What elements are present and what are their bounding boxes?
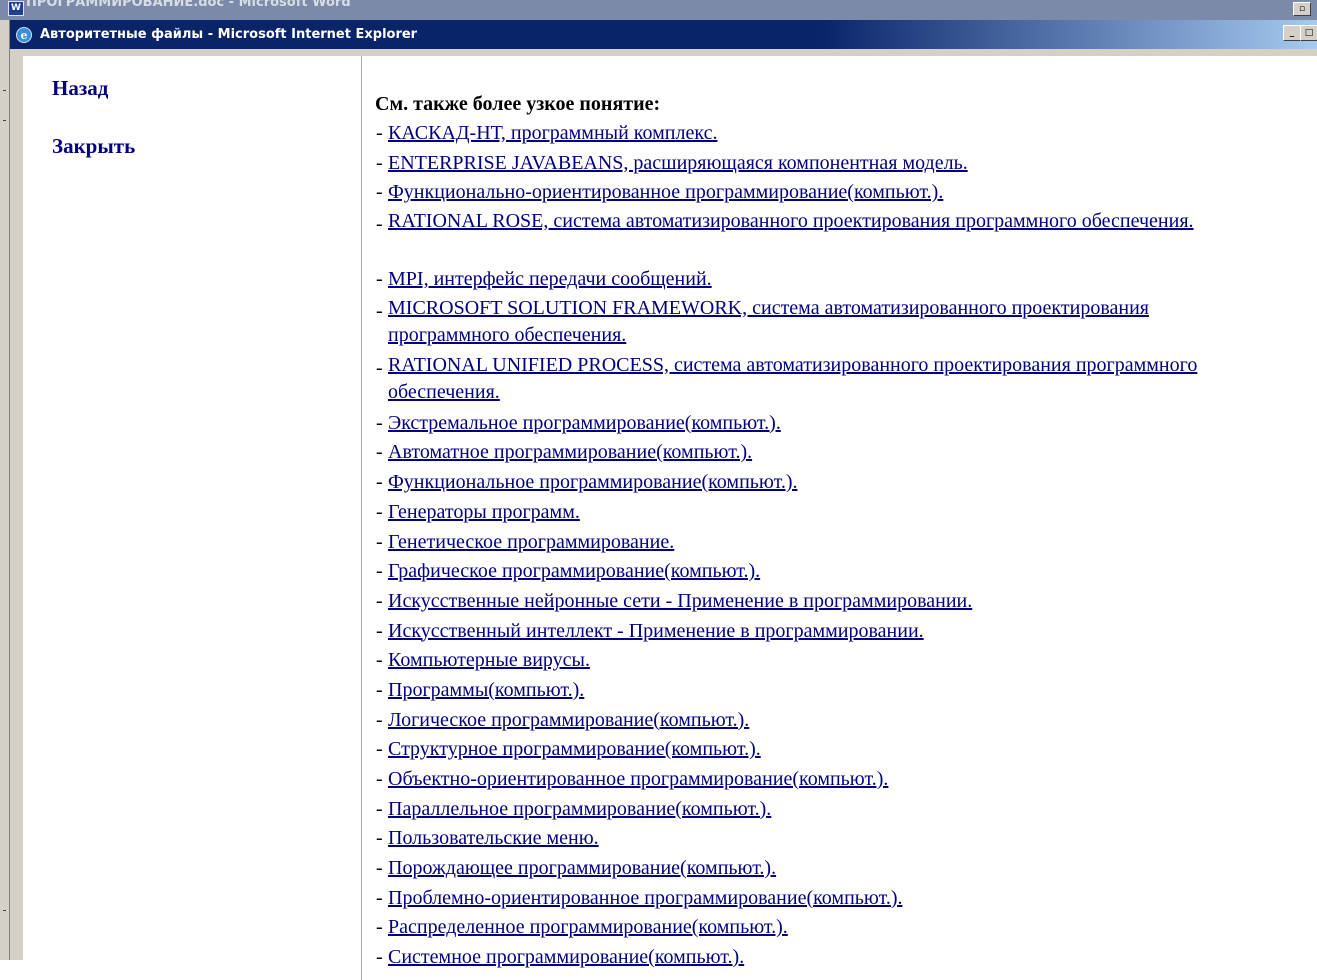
list-item: - Программы(компьют.). [376,676,1306,706]
list-item: - MPI, интерфейс передачи сообщений. [376,265,1306,295]
ie-window: e Авторитетные файлы - Microsoft Interne… [10,20,1317,980]
list-item: - RATIONAL ROSE, система автоматизированн… [376,208,1306,265]
term-link[interactable]: Структурное программирование(компьют.). [388,735,1268,765]
term-link[interactable]: Экстремальное программирование(компьют.)… [388,409,1268,439]
term-link[interactable]: RATIONAL ROSE, система автоматизированно… [388,208,1268,265]
maximize-button[interactable]: □ [1300,25,1317,41]
term-link[interactable]: Искусственный интеллект - Применение в п… [388,617,1268,647]
list-item: - Объектно-ориентированное программирован… [376,765,1306,795]
list-item: - Проблемно-ориентированное программирова… [376,884,1306,914]
term-link[interactable]: Искусственные нейронные сети - Применени… [388,587,1268,617]
list-item: - Пользовательские меню. [376,824,1306,854]
bullet-dash: - [376,768,383,790]
term-link[interactable]: RATIONAL UNIFIED PROCESS, система автома… [388,352,1268,409]
term-link[interactable]: Объектно-ориентированное программировани… [388,765,1268,795]
term-link[interactable]: Системное программирование(компьют.). [388,943,1268,973]
bullet-dash: - [376,471,383,494]
list-item: - Искусственные нейронные сети - Применен… [376,587,1306,617]
list-item: - Функциональное программирование(компьют… [376,468,1306,498]
term-link[interactable]: Порождающее программирование(компьют.). [388,854,1268,884]
back-link[interactable]: Назад [52,76,108,101]
bullet-dash: - [376,708,383,731]
term-link[interactable]: Генераторы программ. [388,498,1268,528]
list-item: - MICROSOFT SOLUTION FRAMEWORK, система а… [376,295,1306,352]
list-item: - Распределенное программирование(компьют… [376,913,1306,943]
close-link[interactable]: Закрыть [52,134,135,159]
list-item: - Автоматное программирование(компьют.). [376,438,1306,468]
list-item: - Компьютерные вирусы. [376,646,1306,676]
bullet-dash: - [376,589,383,612]
term-link[interactable]: Автоматное программирование(компьют.). [388,438,1268,468]
term-link[interactable]: Функциональное программирование(компьют.… [388,468,1268,498]
term-link[interactable]: Пользовательские меню. [388,824,1268,854]
bullet-dash: - [376,441,383,464]
bullet-dash: - [376,857,383,880]
list-item: - RATIONAL UNIFIED PROCESS, система автом… [376,352,1306,409]
word-titlebar: W ПРОГРАММИРОВАНИЕ.doc - Microsoft Word … [0,0,1317,20]
bullet-dash: - [376,299,383,322]
list-item: - Графическое программирование(компьют.). [376,557,1306,587]
word-app-icon: W [8,1,24,16]
word-window-title: ПРОГРАММИРОВАНИЕ.doc - Microsoft Word [26,0,351,10]
term-link[interactable]: MPI, интерфейс передачи сообщений. [388,265,1268,295]
bullet-dash: - [376,827,383,850]
list-item: - Порождающее программирование(компьют.). [376,854,1306,884]
ruler-tick [3,90,6,91]
see-also-heading: См. также более узкое понятие: [375,93,661,115]
list-item: - Генераторы программ. [376,498,1306,528]
bullet-dash: - [376,560,383,583]
word-restore-button[interactable]: ▫ [1293,2,1311,16]
term-link[interactable]: MICROSOFT SOLUTION FRAMEWORK, система ав… [388,295,1268,352]
term-link[interactable]: Программы(компьют.). [388,676,1268,706]
content-frame: См. также более узкое понятие: - КАСКАД-Н… [362,56,1317,980]
list-item: - Параллельное программирование(компьют.)… [376,795,1306,825]
bullet-dash: - [376,530,383,553]
word-document-edge [0,20,10,960]
list-item: - Логическое программирование(компьют.). [376,706,1306,736]
bullet-dash: - [376,916,383,939]
list-item: - КАСКАД-НТ, программный комплекс. [376,119,1306,149]
term-link[interactable]: Проблемно-ориентированное программирован… [388,884,1268,914]
minimize-button[interactable]: _ [1283,25,1301,41]
list-item: - Структурное программирование(компьют.). [376,735,1306,765]
term-link[interactable]: Параллельное программирование(компьют.). [388,795,1268,825]
bullet-dash: - [376,738,383,761]
bullet-dash: - [376,500,383,523]
list-item: - Функционально-ориентированное программи… [376,178,1306,208]
term-link[interactable]: КАСКАД-НТ, программный комплекс. [388,119,1268,149]
list-item: - Генетическое программирование. [376,528,1306,558]
term-link[interactable]: Графическое программирование(компьют.). [388,557,1268,587]
term-link[interactable]: Генетическое программирование. [388,528,1268,558]
bullet-dash: - [376,619,383,642]
list-item: - ENTERPRISE JAVABEANS, расширяющаяся ком… [376,149,1306,179]
bullet-dash: - [376,649,383,672]
term-link[interactable]: Распределенное программирование(компьют.… [388,913,1268,943]
bullet-dash: - [376,678,383,701]
bullet-dash: - [376,411,383,434]
term-link[interactable]: Функционально-ориентированное программир… [388,178,1268,208]
bullet-dash: - [376,356,383,379]
term-link[interactable]: Логическое программирование(компьют.). [388,706,1268,736]
narrower-terms-list: - КАСКАД-НТ, программный комплекс. - ENTER… [376,119,1306,973]
ie-titlebar: e Авторитетные файлы - Microsoft Interne… [10,20,1317,49]
bullet-dash: - [376,886,383,909]
ie-app-icon: e [16,27,32,43]
ruler-tick [3,120,6,121]
bullet-dash: - [376,151,383,174]
bullet-dash: - [376,122,383,144]
nav-frame: Назад Закрыть [23,56,362,980]
term-link[interactable]: Компьютерные вирусы. [388,646,1268,676]
list-item: - Экстремальное программирование(компьют.… [376,409,1306,439]
bullet-dash: - [376,268,383,291]
list-item: - Системное программирование(компьют.). [376,943,1306,973]
ruler-tick [3,910,6,911]
bullet-dash: - [376,181,383,204]
term-link[interactable]: ENTERPRISE JAVABEANS, расширяющаяся комп… [388,149,1268,179]
ie-window-title: Авторитетные файлы - Microsoft Internet … [40,27,418,42]
bullet-dash: - [376,797,383,820]
bullet-dash: - [376,946,383,969]
list-item: - Искусственный интеллект - Применение в … [376,617,1306,647]
bullet-dash: - [376,213,383,236]
